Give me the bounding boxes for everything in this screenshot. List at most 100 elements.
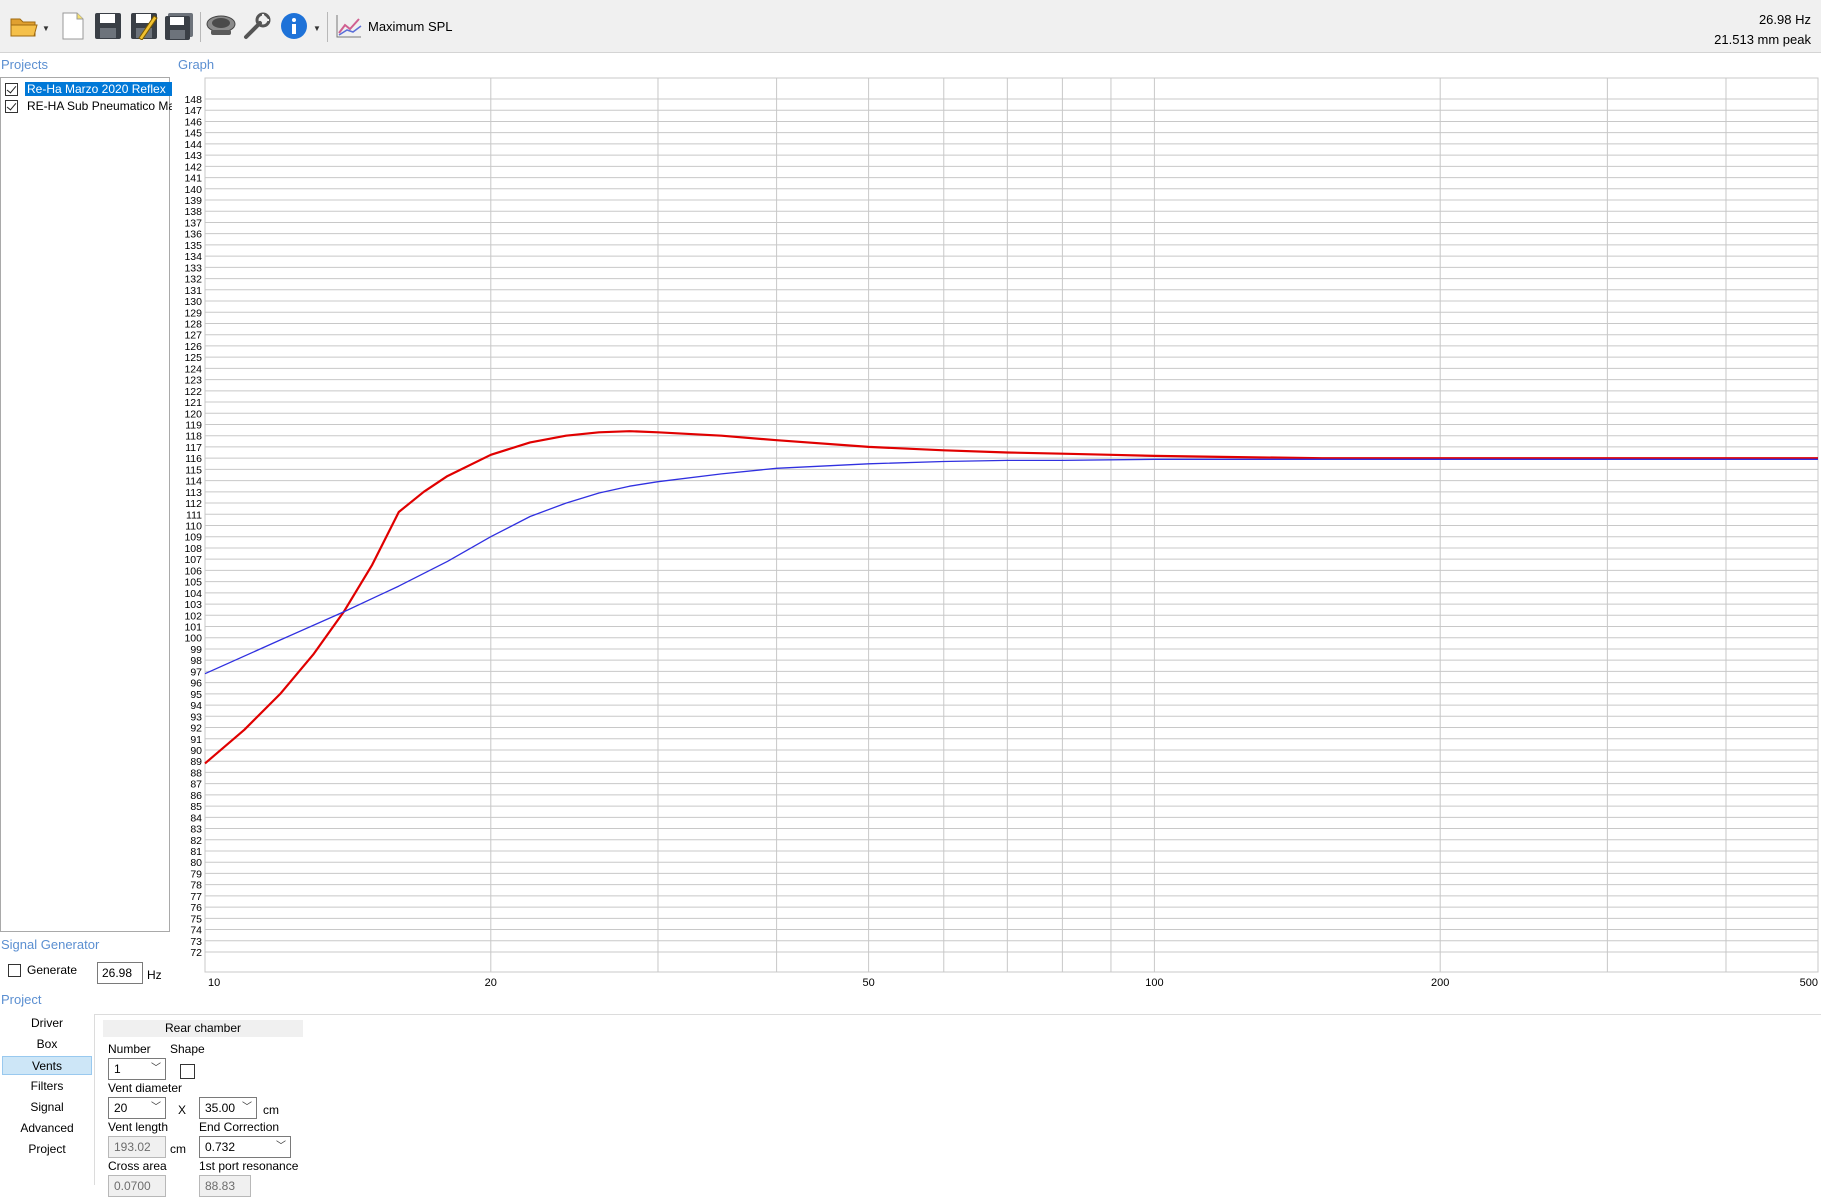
y-tick-label: 148 [184,94,202,106]
number-select[interactable]: 1 ﹀ [108,1058,166,1080]
y-tick-label: 111 [186,509,202,521]
projects-list[interactable]: Re-Ha Marzo 2020 Reflex RE-HA Sub Pneuma… [0,77,172,932]
generate-checkbox[interactable] [8,963,21,977]
y-tick-label: 112 [185,498,202,510]
y-tick-label: 79 [190,868,202,880]
graph-mode-icon[interactable] [333,8,365,44]
y-tick-label: 145 [184,128,202,140]
y-tick-label: 109 [184,532,202,544]
y-tick-label: 114 [185,476,202,488]
vent-diameter2-value: 35.00 [205,1101,236,1115]
vent-diameter2-select[interactable]: 35.00 ﹀ [199,1097,257,1119]
generate-row[interactable]: Generate [8,963,77,977]
y-tick-label: 131 [184,285,202,297]
graph-mode-label[interactable]: Maximum SPL [368,19,453,34]
y-tick-label: 125 [184,352,202,364]
x-tick-label: 500 [1800,977,1818,989]
tab-advanced[interactable]: Advanced [2,1119,92,1138]
vent-length-field[interactable]: 193.02 [108,1136,166,1158]
y-tick-label: 138 [184,206,202,218]
shape-label: Shape [170,1042,205,1056]
spl-graph[interactable]: 7273747576777879808182838485868788899091… [172,74,1821,994]
project-item-0[interactable]: Re-Ha Marzo 2020 Reflex [5,81,172,97]
project-label-0[interactable]: Re-Ha Marzo 2020 Reflex [25,82,172,96]
x-tick-label: 50 [862,977,874,989]
y-tick-label: 133 [184,262,202,274]
y-tick-label: 78 [190,880,202,892]
project-item-1[interactable]: RE-HA Sub Pneumatico Ma [5,98,172,114]
project-label-1[interactable]: RE-HA Sub Pneumatico Ma [25,99,172,113]
open-dropdown-icon[interactable]: ▼ [42,24,50,33]
graph-title: Graph [178,57,215,72]
end-correction-label: End Correction [199,1120,280,1134]
end-correction-select[interactable]: 0.732 ﹀ [199,1136,291,1158]
y-tick-label: 100 [184,633,202,645]
length-unit-label: cm [170,1142,186,1156]
vent-diameter-label: Vent diameter [108,1081,183,1095]
tools-icon[interactable] [241,8,273,44]
y-tick-label: 147 [184,105,202,117]
y-tick-label: 80 [190,857,202,869]
y-tick-label: 74 [190,925,202,937]
y-tick-label: 108 [184,543,202,555]
generate-label[interactable]: Generate [27,963,77,977]
driver-icon[interactable] [205,8,237,44]
y-tick-label: 146 [184,116,202,128]
y-tick-label: 137 [184,217,202,229]
tab-vents[interactable]: Vents [2,1056,92,1075]
chevron-down-icon: ﹀ [151,1063,161,1074]
y-tick-label: 72 [190,947,202,959]
project-checkbox-1[interactable] [5,99,18,113]
cross-area-field[interactable]: 0.0700 [108,1175,166,1197]
y-tick-label: 104 [184,588,202,600]
y-tick-label: 141 [184,173,202,185]
y-tick-label: 120 [184,408,202,420]
y-tick-label: 92 [190,723,202,735]
info-dropdown-icon[interactable]: ▼ [313,24,321,33]
vents-panel [94,1014,1821,1185]
generator-frequency-input[interactable] [97,962,143,984]
open-icon[interactable] [8,8,40,44]
tab-filters[interactable]: Filters [2,1077,92,1096]
y-tick-label: 115 [185,464,202,476]
save-all-icon[interactable] [163,8,195,44]
y-tick-label: 97 [190,666,202,678]
project-section-title: Project [1,992,42,1007]
y-tick-label: 88 [190,767,202,779]
projects-title: Projects [1,57,48,72]
end-correction-value: 0.732 [205,1140,236,1154]
new-icon[interactable] [57,8,89,44]
save-icon[interactable] [92,8,124,44]
x-tick-label: 200 [1431,977,1449,989]
y-tick-label: 129 [184,307,202,319]
tab-project[interactable]: Project [2,1140,92,1159]
save-as-icon[interactable] [128,8,160,44]
generator-unit: Hz [147,968,162,982]
y-tick-label: 81 [190,846,202,858]
y-tick-label: 140 [184,184,202,196]
y-tick-label: 103 [184,599,202,611]
shape-checkbox[interactable] [180,1064,195,1079]
vent-length-label: Vent length [108,1120,169,1134]
tab-box[interactable]: Box [2,1035,92,1054]
info-icon[interactable] [278,8,310,44]
y-tick-label: 130 [184,296,202,308]
y-tick-label: 117 [185,442,202,454]
y-tick-label: 75 [190,913,202,925]
y-tick-label: 76 [190,902,202,914]
y-tick-label: 101 [184,622,202,634]
tab-signal[interactable]: Signal [2,1098,92,1117]
y-tick-label: 113 [185,487,202,499]
number-select-value: 1 [114,1062,121,1076]
readout-frequency: 26.98 Hz [1758,12,1811,27]
y-tick-label: 77 [190,891,202,903]
rear-chamber-header: Rear chamber [103,1020,303,1037]
toolbar: ▼ ▼ Maximum SPL 26.98 Hz 21.513 mm peak [0,0,1821,53]
project-checkbox-0[interactable] [5,82,18,96]
y-tick-label: 119 [185,419,202,431]
vent-diameter-select[interactable]: 20 ﹀ [108,1097,166,1119]
port-resonance-field[interactable]: 88.83 [199,1175,251,1197]
y-tick-label: 84 [190,812,202,824]
y-tick-label: 124 [184,363,202,375]
tab-driver[interactable]: Driver [2,1014,92,1033]
